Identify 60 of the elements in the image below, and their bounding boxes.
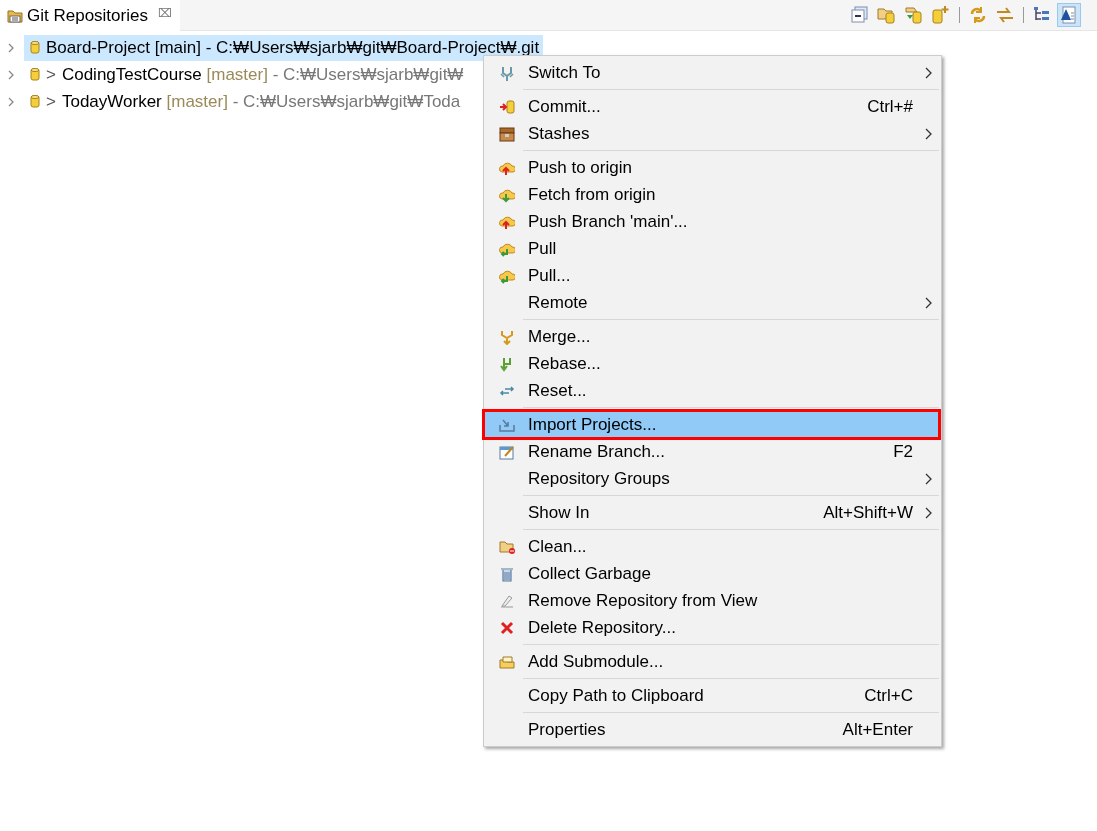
link-arrows-icon: [995, 5, 1015, 25]
tab-title: Git Repositories: [27, 5, 148, 26]
menu-item[interactable]: Push Branch 'main'...: [484, 208, 939, 235]
shortcut-label: Alt+Shift+W: [823, 502, 913, 523]
repository-row[interactable]: > TodayWorker [master] - C:₩Users₩sjarb₩git₩Toda: [24, 88, 465, 115]
menu-item[interactable]: Rebase...: [484, 350, 939, 377]
shortcut-label: Alt+Enter: [842, 719, 913, 740]
menu-item[interactable]: Commit... Ctrl+#: [484, 93, 939, 120]
menu-item[interactable]: Stashes: [484, 120, 939, 147]
view-tab[interactable]: Git Repositories ⌧: [0, 0, 180, 31]
menu-item[interactable]: Import Projects...: [484, 411, 939, 438]
menu-item[interactable]: Copy Path to Clipboard Ctrl+C: [484, 682, 939, 709]
dirty-marker: >: [46, 91, 56, 112]
git-folder-icon: [7, 7, 23, 24]
repository-icon: [30, 94, 40, 109]
menu-item[interactable]: Merge...: [484, 323, 939, 350]
delete-x-icon: [498, 619, 515, 636]
menu-item[interactable]: Remove Repository from View: [484, 587, 939, 614]
repository-row[interactable]: Board-Project [main] - C:₩Users₩sjarb₩git₩Board-Project₩.git: [24, 34, 544, 61]
menu-item[interactable]: Pull...: [484, 262, 939, 289]
dirty-marker: >: [46, 64, 56, 85]
repository-icon: [30, 40, 40, 55]
refresh-arrows-icon: [968, 5, 988, 25]
menu-item[interactable]: Delete Repository...: [484, 614, 939, 641]
trash-can-icon: [498, 565, 515, 582]
clone-cylinder-icon: [904, 5, 924, 25]
folder-package-icon: [498, 653, 515, 670]
commit-icon: [498, 98, 515, 115]
repository-label: Board-Project [main] - C:₩Users₩sjarb₩git₩Board-Project₩.git: [46, 37, 540, 58]
repository-row[interactable]: > CodingTestCourse [master] - C:₩Users₩sjarb₩git₩: [24, 61, 468, 88]
chest-icon: [498, 125, 515, 142]
menu-item[interactable]: Pull: [484, 235, 939, 262]
menu-item[interactable]: Collect Garbage: [484, 560, 939, 587]
menu-item[interactable]: Remote: [484, 289, 939, 316]
repository-label: CodingTestCourse [master] - C:₩Users₩sjarb₩git₩: [61, 64, 464, 85]
shortcut-label: Ctrl+C: [864, 685, 913, 706]
toolbar-button[interactable]: [1057, 3, 1081, 27]
menu-item[interactable]: Switch To: [484, 59, 939, 86]
folder-minus-icon: [498, 538, 515, 555]
menu-item[interactable]: Add Submodule...: [484, 648, 939, 675]
repository-icon: [30, 67, 40, 82]
menu-item[interactable]: Push to origin: [484, 154, 939, 181]
close-button[interactable]: ⌧: [157, 6, 172, 20]
repository-label: TodayWorker [master] - C:₩Users₩sjarb₩git₩Toda: [61, 91, 461, 112]
switch-arrows-icon: [498, 64, 515, 81]
rename-pencil-icon: [498, 443, 515, 460]
menu-item[interactable]: Fetch from origin: [484, 181, 939, 208]
menu-item[interactable]: Repository Groups: [484, 465, 939, 492]
add-cylinder-icon: [931, 5, 951, 25]
menu-item[interactable]: Reset...: [484, 377, 939, 404]
collapse-all-icon: [850, 5, 870, 25]
shortcut-label: F2: [893, 441, 913, 462]
menu-item[interactable]: Properties Alt+Enter: [484, 716, 939, 743]
document-icon: [1059, 5, 1079, 25]
menu-item[interactable]: Clean...: [484, 533, 939, 560]
shortcut-label: Ctrl+#: [867, 96, 913, 117]
merge-arrows-icon: [498, 328, 515, 345]
menu-item[interactable]: Show In Alt+Shift+W: [484, 499, 939, 526]
folder-cylinder-icon: [877, 5, 897, 25]
menu-item[interactable]: Rename Branch... F2: [484, 438, 939, 465]
